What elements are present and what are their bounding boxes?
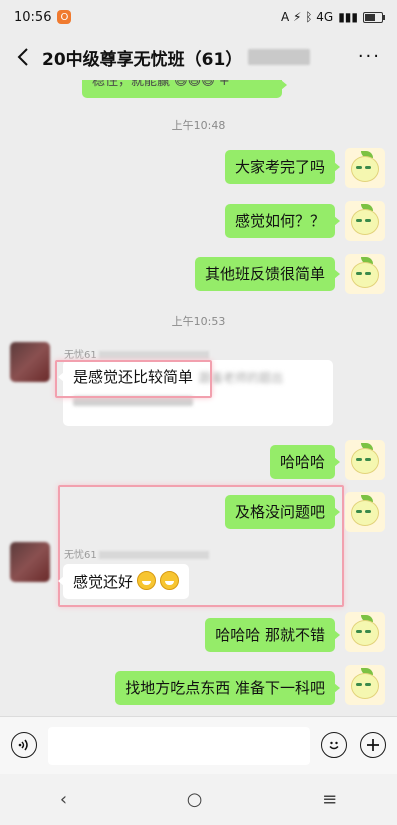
message-bubble[interactable]: 哈哈哈 那就不错 (205, 618, 340, 652)
grin-emoji-icon (137, 571, 157, 590)
message-bubble[interactable]: 找地方吃点东西 准备下一科吧 (115, 671, 340, 705)
nav-menu-button[interactable]: ≡ (322, 789, 337, 810)
message-bubble[interactable]: 及格没问题吧 (224, 495, 341, 529)
message-bubble[interactable]: 感觉如何？？ (224, 204, 341, 238)
nav-back-button[interactable]: ‹ (60, 789, 67, 810)
status-time: 10:56 (14, 9, 52, 25)
message-bubble-other[interactable]: 感觉还好 (57, 564, 190, 599)
battery-icon (363, 11, 385, 23)
timestamp: 上午10:48 (171, 119, 226, 132)
back-button[interactable] (12, 42, 34, 72)
sender-name: 无忧61 (64, 346, 209, 361)
system-nav-bar: ‹ ○ ≡ (0, 774, 397, 825)
plus-icon[interactable] (360, 732, 386, 758)
emoji-icon[interactable] (321, 732, 347, 758)
message-input[interactable] (48, 727, 310, 765)
my-avatar[interactable] (345, 492, 385, 532)
message-bubble[interactable]: 其他班反馈很简单 (194, 257, 341, 291)
more-options-button[interactable]: ··· (358, 46, 381, 67)
sender-name: 无忧61 (64, 546, 209, 561)
nav-home-button[interactable]: ○ (187, 789, 203, 810)
app-notification-icon: O (57, 10, 72, 24)
message-bubble-partial[interactable]: 稳住，就能赢 😄😄😄 + (82, 80, 287, 98)
signal-icon: ▮▮▮ (338, 10, 358, 24)
my-avatar[interactable] (345, 665, 385, 705)
voice-icon[interactable] (11, 732, 37, 758)
input-bar (0, 716, 397, 775)
my-avatar[interactable] (345, 612, 385, 652)
blurred-group-name (248, 49, 311, 65)
chat-area[interactable]: 稳住，就能赢 😄😄😄 + 上午10:48 大家考完了吗 感觉如何？？ 其他班反馈… (0, 80, 397, 716)
sender-avatar[interactable] (10, 542, 50, 582)
message-bubble[interactable]: 哈哈哈 (269, 445, 341, 479)
status-bar: 10:56 O A ⚡ ᛒ 4G ▮▮▮ (0, 0, 397, 34)
my-avatar[interactable] (345, 440, 385, 480)
my-avatar[interactable] (345, 201, 385, 241)
sender-avatar[interactable] (10, 342, 50, 382)
chevron-left-icon (17, 48, 28, 66)
chat-header: 20中级尊享无忧班（61） ··· (0, 34, 397, 80)
my-avatar[interactable] (345, 254, 385, 294)
grin-emoji-icon (160, 571, 180, 590)
my-avatar[interactable] (345, 148, 385, 188)
highlight-box (55, 360, 212, 398)
status-icons: A ⚡ ᛒ 4G (280, 10, 334, 24)
message-bubble[interactable]: 大家考完了吗 (224, 150, 341, 184)
timestamp: 上午10:53 (171, 315, 226, 328)
chat-title: 20中级尊享无忧班（61） (42, 49, 243, 70)
